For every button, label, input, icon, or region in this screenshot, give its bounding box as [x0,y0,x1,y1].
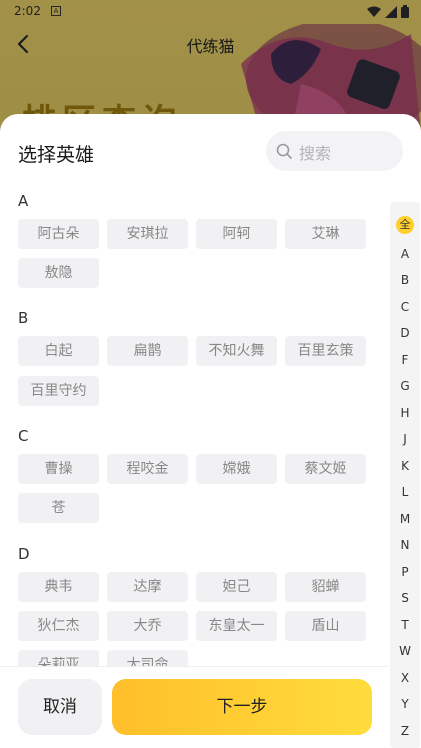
group-letter: C [18,427,29,445]
hero-chip[interactable]: 妲己 [196,572,277,602]
sheet-title: 选择英雄 [18,144,95,166]
group-letter: B [18,309,29,327]
hero-chip[interactable]: 程咬金 [107,454,188,484]
hero-chip[interactable]: 大乔 [107,611,188,641]
hero-chip[interactable]: 扁鹊 [107,336,188,366]
search-icon [276,143,292,159]
index-letter[interactable]: S [390,591,420,605]
index-letter[interactable]: D [390,326,420,340]
search-placeholder: 搜索 [299,144,332,163]
index-letter[interactable]: G [390,379,420,393]
group-letter: A [18,192,29,210]
hero-chip[interactable]: 艾琳 [285,219,366,249]
hero-chip[interactable]: 蔡文姬 [285,454,366,484]
sheet-footer: 取消 下一步 [0,666,388,748]
index-letter[interactable]: K [390,459,420,473]
hero-chip[interactable]: 敖隐 [18,258,99,288]
index-letter[interactable]: Y [390,697,420,711]
hero-chip[interactable]: 安琪拉 [107,219,188,249]
index-all[interactable]: 全 [396,216,414,234]
hero-chip[interactable]: 百里玄策 [285,336,366,366]
hero-select-sheet: 选择英雄 搜索 A 阿古朵 安琪拉 阿轲 艾琳 敖隐 B 白起 扁鹊 不知火舞 … [0,114,421,748]
cancel-button[interactable]: 取消 [18,679,102,735]
hero-chip[interactable]: 不知火舞 [196,336,277,366]
index-letter[interactable]: T [390,618,420,632]
group-letter: D [18,545,30,563]
index-letter[interactable]: F [390,353,420,367]
hero-chip[interactable]: 大司命 [107,650,188,666]
hero-chip[interactable]: 达摩 [107,572,188,602]
hero-chip[interactable]: 阿古朵 [18,219,99,249]
hero-chip[interactable]: 嫦娥 [196,454,277,484]
hero-chip[interactable]: 百里守约 [18,376,99,406]
hero-list[interactable]: A 阿古朵 安琪拉 阿轲 艾琳 敖隐 B 白起 扁鹊 不知火舞 百里玄策 百里守… [0,184,388,666]
hero-chip[interactable]: 苍 [18,493,99,523]
hero-chip[interactable]: 白起 [18,336,99,366]
hero-chip[interactable]: 朵莉亚 [18,650,99,666]
next-step-button[interactable]: 下一步 [112,679,372,735]
index-letter[interactable]: Z [390,724,420,738]
index-letter[interactable]: A [390,247,420,261]
hero-chip[interactable]: 典韦 [18,572,99,602]
alphabet-index[interactable]: 全 A B C D F G H J K L M N P S T W X Y Z [390,202,420,748]
hero-chip[interactable]: 狄仁杰 [18,611,99,641]
hero-chip[interactable]: 盾山 [285,611,366,641]
index-letter[interactable]: L [390,485,420,499]
index-letter[interactable]: B [390,273,420,287]
index-letter[interactable]: J [390,432,420,446]
index-letter[interactable]: W [390,644,420,658]
index-letter[interactable]: H [390,406,420,420]
index-letter[interactable]: C [390,300,420,314]
index-letter[interactable]: P [390,565,420,579]
index-letter[interactable]: N [390,538,420,552]
hero-chip[interactable]: 曹操 [18,454,99,484]
hero-chip[interactable]: 东皇太一 [196,611,277,641]
index-letter[interactable]: M [390,512,420,526]
hero-chip[interactable]: 貂蝉 [285,572,366,602]
hero-chip[interactable]: 阿轲 [196,219,277,249]
search-input[interactable]: 搜索 [266,131,403,171]
index-letter[interactable]: X [390,671,420,685]
